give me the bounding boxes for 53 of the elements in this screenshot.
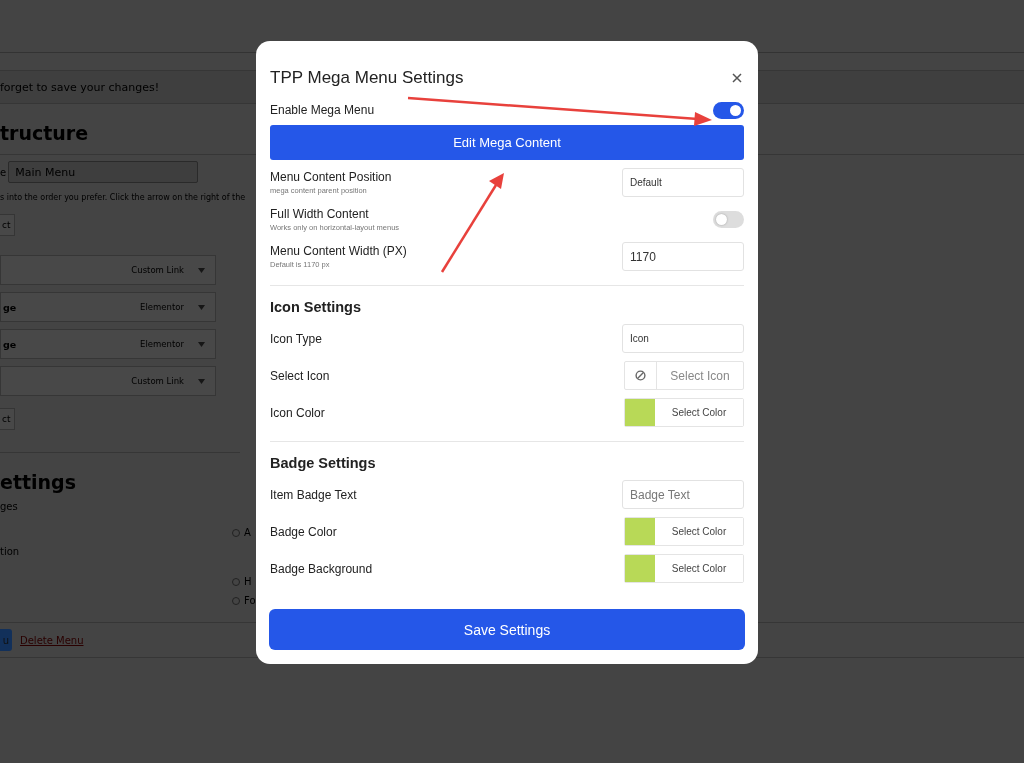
menu-item-type: Elementor bbox=[140, 339, 184, 349]
select-field[interactable]: Default bbox=[622, 168, 744, 197]
save-settings-button[interactable]: Save Settings bbox=[269, 609, 745, 650]
section-heading: ettings bbox=[0, 471, 76, 495]
setting-label: Select Icon bbox=[270, 368, 330, 383]
setting-label: Icon Type bbox=[270, 331, 322, 346]
radio-label: H bbox=[244, 576, 252, 587]
section-heading: tructure bbox=[0, 122, 89, 146]
close-icon[interactable] bbox=[732, 73, 742, 83]
menu-item[interactable]: ge Elementor bbox=[0, 292, 216, 322]
menu-item-type: Elementor bbox=[140, 302, 184, 312]
setting-label: Item Badge Text bbox=[270, 487, 357, 502]
prohibited-icon bbox=[635, 370, 646, 381]
setting-label: Menu Content Width (PX) bbox=[270, 244, 407, 258]
color-swatch[interactable] bbox=[625, 555, 655, 582]
settings-label: tion bbox=[0, 546, 21, 557]
menu-name-field[interactable]: Main Menu bbox=[8, 161, 199, 183]
section-heading: Icon Settings bbox=[270, 299, 363, 315]
setting-label: Menu Content Position bbox=[270, 170, 392, 184]
caret-icon[interactable] bbox=[198, 267, 205, 273]
setting-label: Icon Color bbox=[270, 405, 325, 420]
color-swatch[interactable] bbox=[625, 399, 655, 426]
menu-name-label: e bbox=[0, 166, 7, 178]
select-icon-button[interactable]: Select Icon bbox=[624, 361, 744, 390]
input-field[interactable]: 1170 bbox=[622, 242, 744, 271]
menu-item-title: ge bbox=[3, 338, 17, 350]
edit-content-button[interactable]: Edit Mega Content bbox=[270, 125, 744, 160]
menu-item-title: ge bbox=[3, 301, 17, 313]
color-swatch[interactable] bbox=[625, 518, 655, 545]
radio-label: A bbox=[244, 527, 251, 538]
menu-item[interactable]: ge Elementor bbox=[0, 329, 216, 359]
toggle-switch[interactable] bbox=[713, 101, 744, 119]
select-button[interactable]: ct bbox=[0, 408, 16, 430]
toggle-switch[interactable] bbox=[713, 211, 744, 228]
input-field[interactable]: Badge Text bbox=[622, 480, 744, 509]
menu-item-type: Custom Link bbox=[131, 265, 184, 275]
setting-label: Badge Background bbox=[270, 561, 373, 576]
delete-menu-link[interactable]: Delete Menu bbox=[20, 634, 84, 646]
select-field[interactable]: Icon bbox=[622, 324, 744, 353]
setting-label: Full Width Content bbox=[270, 207, 370, 221]
radio-label: Fo bbox=[244, 595, 256, 606]
dialog-title: TPP Mega Menu Settings bbox=[270, 68, 464, 88]
section-heading: Badge Settings bbox=[270, 455, 377, 471]
caret-icon[interactable] bbox=[198, 378, 205, 384]
menu-item[interactable]: Custom Link bbox=[0, 255, 216, 285]
settings-label: ges bbox=[0, 501, 19, 512]
select-button[interactable]: ct bbox=[0, 214, 16, 236]
menu-item[interactable]: Custom Link bbox=[0, 366, 216, 396]
caret-icon[interactable] bbox=[198, 304, 205, 310]
caret-icon[interactable] bbox=[198, 341, 205, 347]
setting-label: Enable Mega Menu bbox=[270, 103, 375, 117]
menu-item-type: Custom Link bbox=[131, 376, 184, 386]
setting-label: Badge Color bbox=[270, 524, 337, 539]
